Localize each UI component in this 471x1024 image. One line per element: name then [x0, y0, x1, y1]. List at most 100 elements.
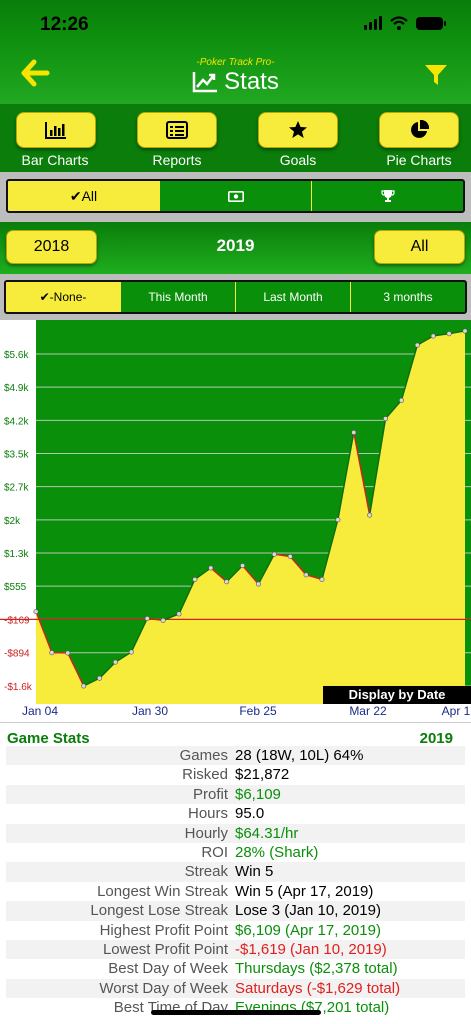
toolbar: Bar Charts Reports Goals Pie Charts	[0, 104, 471, 172]
game-stats-title: Game Stats	[7, 730, 90, 747]
stat-label: Lowest Profit Point	[102, 940, 228, 958]
range-this-month[interactable]: This Month	[121, 282, 236, 312]
filter-icon[interactable]	[423, 62, 449, 88]
y-tick-label: $4.9k	[4, 383, 29, 394]
reports-label[interactable]: Reports	[122, 152, 232, 168]
stat-value: 28 (18W, 10L) 64%	[235, 747, 364, 764]
data-point	[367, 512, 373, 518]
game-stats-list: Games 28 (18W, 10L) 64% Risked $21,872 Profi…	[6, 746, 465, 1017]
data-point	[414, 342, 420, 348]
data-point	[160, 617, 166, 623]
x-tick-label: Mar 22	[349, 704, 387, 718]
all-years-button[interactable]: All	[374, 230, 465, 264]
status-time: 12:26	[40, 14, 89, 35]
stat-value: Lose 3 (Jan 10, 2019)	[235, 902, 381, 920]
x-tick-label: Jan 04	[22, 704, 58, 718]
data-point	[81, 683, 87, 689]
data-point	[255, 581, 261, 587]
bar-charts-label[interactable]: Bar Charts	[0, 152, 110, 168]
stat-row: Longest Lose Streak Lose 3 (Jan 10, 2019)	[6, 901, 465, 921]
stat-label: Hours	[187, 805, 228, 823]
stat-label: ROI	[201, 843, 228, 861]
y-tick-label: -$894	[4, 649, 30, 660]
data-point	[240, 563, 246, 569]
data-point	[351, 429, 357, 435]
stat-row: Streak Win 5	[6, 862, 465, 882]
app-name: -Poker Track Pro-	[196, 57, 275, 68]
stat-row: Hourly $64.31/hr	[6, 823, 465, 843]
data-point	[319, 576, 325, 582]
pie-chart-icon	[411, 120, 429, 138]
wifi-icon	[390, 16, 408, 30]
reports-button[interactable]	[137, 112, 217, 148]
pie-charts-button[interactable]	[379, 112, 459, 148]
profit-chart-svg: $5.6k $4.9k $4.2k $3.5k $2.7k $2k $1.3k $555 -$1…	[0, 320, 471, 718]
stat-value: 95.0	[235, 805, 265, 823]
stat-row: Profit $6,109	[6, 784, 465, 805]
data-point	[112, 659, 118, 665]
cash-icon	[227, 190, 244, 202]
pie-charts-label[interactable]: Pie Charts	[364, 152, 471, 168]
stat-value: $21,872	[235, 766, 290, 784]
y-tick-label: -$169	[4, 615, 30, 626]
stat-value: Win 5 (Apr 17, 2019)	[235, 882, 374, 900]
x-tick-label: Feb 25	[239, 704, 277, 718]
bar-charts-button[interactable]	[16, 112, 96, 148]
data-point	[383, 416, 389, 422]
stat-label: Longest Lose Streak	[90, 902, 228, 920]
stat-row: Hours 95.0	[6, 804, 465, 823]
x-tick-label: Apr 1	[442, 704, 471, 718]
y-tick-label: $5.6k	[4, 350, 29, 361]
data-point	[446, 331, 452, 337]
data-point	[462, 328, 468, 334]
bar-chart-icon	[45, 122, 66, 139]
stat-label: Profit	[192, 785, 228, 803]
data-point	[144, 616, 150, 622]
data-point	[192, 576, 198, 582]
data-point	[49, 650, 55, 656]
status-icons	[364, 16, 446, 30]
stat-row: Worst Day of Week Saturdays (-$1,629 tota…	[6, 978, 465, 999]
stat-label: Streak	[184, 863, 228, 881]
stat-value: $6,109	[235, 785, 281, 803]
stat-value: $6,109 (Apr 17, 2019)	[235, 921, 381, 939]
data-point	[271, 551, 277, 557]
trend-chart-icon	[192, 72, 218, 93]
data-point	[303, 572, 309, 578]
data-point	[224, 579, 230, 585]
stat-value: $64.31/hr	[235, 824, 299, 842]
range-none[interactable]: ✔-None-	[6, 282, 121, 312]
battery-icon	[416, 16, 446, 30]
segment-all[interactable]: ✔All	[8, 181, 160, 211]
data-point	[208, 565, 214, 571]
stat-value: Saturdays (-$1,629 total)	[235, 979, 401, 997]
goals-label[interactable]: Goals	[243, 152, 353, 168]
range-last-month[interactable]: Last Month	[236, 282, 351, 312]
profit-chart[interactable]: $5.6k $4.9k $4.2k $3.5k $2.7k $2k $1.3k $555 -$1…	[0, 320, 471, 720]
signal-icon	[364, 16, 382, 30]
stat-label: Longest Win Streak	[97, 882, 228, 900]
data-point	[65, 650, 71, 656]
range-3-months[interactable]: 3 months	[351, 282, 465, 312]
page-title: Stats	[224, 68, 279, 95]
game-type-segmented-control: ✔All	[6, 179, 465, 213]
nav-header: 12:26 -Poker Track Pro- Stats	[0, 0, 471, 104]
stat-row: ROI 28% (Shark)	[6, 843, 465, 862]
stat-label: Best Day of Week	[108, 960, 228, 978]
y-tick-label: -$1.6k	[4, 682, 33, 693]
stat-label: Worst Day of Week	[99, 979, 228, 997]
star-icon	[289, 121, 307, 138]
data-point	[287, 553, 293, 559]
data-point	[33, 609, 39, 615]
date-range-filter-bar: ✔-None- This Month Last Month 3 months	[0, 274, 471, 320]
goals-button[interactable]	[258, 112, 338, 148]
data-point	[176, 611, 182, 617]
stat-label: Games	[179, 747, 228, 764]
data-point	[97, 675, 103, 681]
stat-row: Games 28 (18W, 10L) 64%	[6, 746, 465, 766]
display-by-date-button[interactable]: Display by Date	[323, 686, 471, 704]
date-range-segmented-control: ✔-None- This Month Last Month 3 months	[4, 280, 467, 314]
segment-cash[interactable]	[160, 181, 312, 211]
segment-tournament[interactable]	[312, 181, 463, 211]
stat-row: Longest Win Streak Win 5 (Apr 17, 2019)	[6, 882, 465, 901]
